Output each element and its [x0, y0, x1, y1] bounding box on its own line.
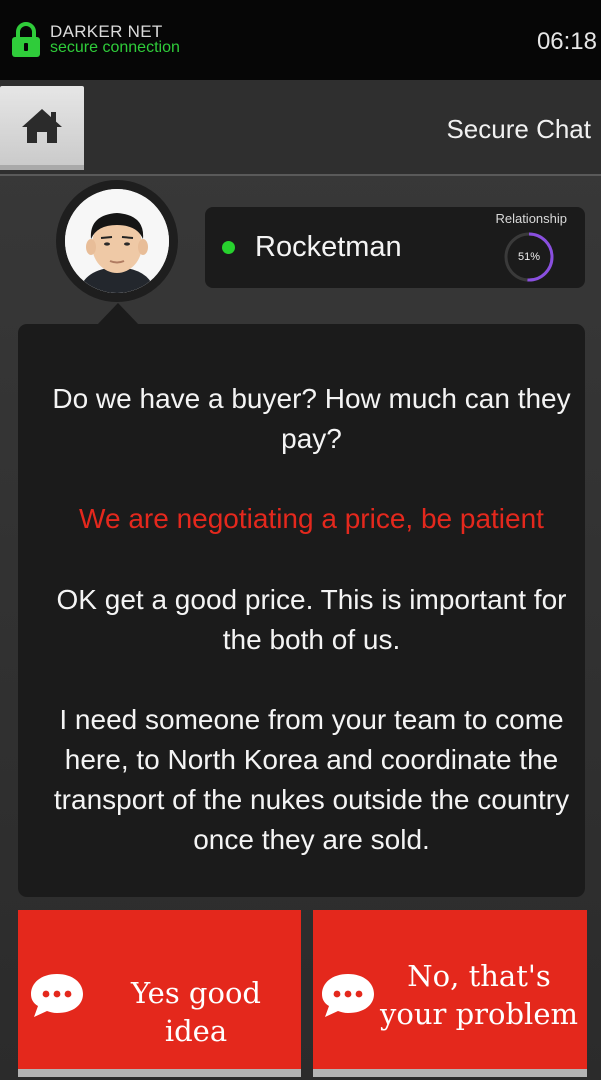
message-outgoing: We are negotiating a price, be patient [79, 503, 544, 534]
lock-icon [12, 22, 40, 57]
online-status-dot [222, 241, 235, 254]
contact-card: Rocketman Relationship 51% [205, 207, 585, 288]
relationship-value: 51% [517, 251, 541, 263]
contact-name: Rocketman [255, 231, 402, 263]
speech-bubble-icon [31, 974, 83, 1017]
answer-yes-button[interactable]: Yes good idea [18, 910, 301, 1077]
connection-status: secure connection [50, 39, 180, 56]
contact-avatar[interactable] [56, 180, 178, 302]
message-incoming: I need someone from your team to come he… [53, 704, 570, 855]
answer-no-label: No, that's your problem [380, 959, 578, 1031]
answer-no-button[interactable]: No, that's your problem [313, 910, 587, 1077]
avatar-portrait [65, 189, 169, 293]
relationship-label: Relationship [495, 211, 567, 226]
panel-pointer [97, 303, 139, 325]
page-title: Secure Chat [446, 114, 591, 144]
message-incoming: OK get a good price. This is important f… [56, 584, 567, 655]
speech-bubble-icon [322, 974, 374, 1017]
home-button[interactable] [0, 86, 84, 170]
app-header: Secure Chat [0, 80, 601, 176]
status-bar: DARKER NET secure connection 06:18 [0, 0, 601, 80]
home-icon [22, 109, 62, 143]
message-incoming: Do we have a buyer? How much can they pa… [52, 383, 571, 454]
clock: 06:18 [536, 28, 597, 55]
answer-yes-label: Yes good idea [131, 976, 261, 1048]
